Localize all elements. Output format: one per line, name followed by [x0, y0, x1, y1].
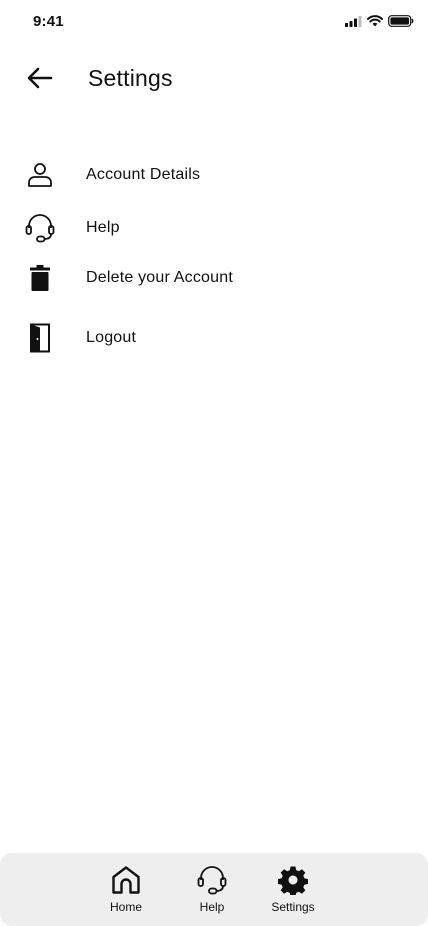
trash-icon	[24, 265, 56, 291]
door-icon	[24, 323, 56, 353]
headset-icon	[180, 863, 244, 897]
person-icon	[24, 162, 56, 188]
menu-item-label: Account Details	[86, 166, 201, 183]
tab-label: Help	[199, 900, 225, 914]
page-title: Settings	[88, 65, 173, 91]
gear-icon	[261, 863, 325, 897]
back-button[interactable]	[24, 64, 54, 92]
status-time: 9:41	[33, 13, 64, 30]
menu-item-label: Help	[86, 219, 120, 236]
tab-home[interactable]: Home	[94, 863, 158, 919]
bottom-tab-bar: Home Help Settings	[0, 853, 428, 926]
tab-settings[interactable]: Settings	[261, 863, 325, 919]
status-icons	[345, 15, 414, 27]
home-icon	[94, 863, 158, 897]
menu-item-help[interactable]: Help	[0, 205, 428, 249]
menu-item-label: Delete your Account	[86, 269, 233, 286]
headset-icon	[24, 214, 56, 243]
battery-icon	[388, 15, 414, 27]
menu-item-delete-account[interactable]: Delete your Account	[0, 255, 428, 299]
arrow-left-icon	[27, 67, 53, 89]
header: Settings	[0, 54, 428, 102]
menu-item-label: Logout	[86, 329, 137, 346]
menu-item-account-details[interactable]: Account Details	[0, 152, 428, 196]
menu-item-logout[interactable]: Logout	[0, 315, 428, 359]
tab-label: Home	[109, 900, 142, 914]
tab-label: Settings	[271, 900, 315, 914]
tab-help[interactable]: Help	[180, 863, 244, 919]
wifi-icon	[367, 15, 383, 27]
signal-icon	[345, 15, 362, 27]
status-bar: 9:41	[0, 0, 428, 44]
